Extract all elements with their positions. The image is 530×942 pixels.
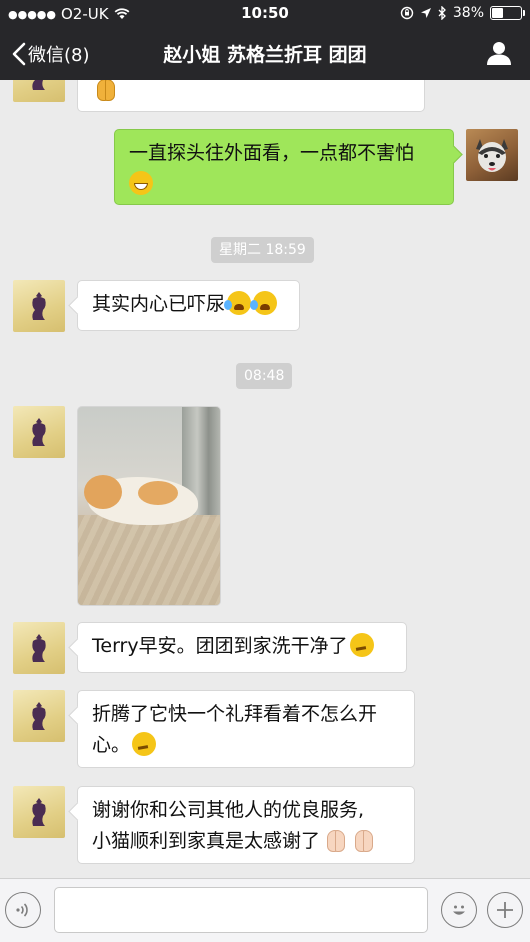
input-bar [0, 878, 530, 942]
emoji-button[interactable] [441, 892, 477, 928]
contact-avatar[interactable] [13, 80, 65, 102]
voice-icon [16, 903, 28, 917]
orientation-lock-icon [400, 6, 414, 20]
photo-message-cat[interactable] [77, 406, 221, 606]
ganesha-icon [32, 418, 46, 446]
message-text: 其实内心已吓尿 [92, 293, 226, 315]
timestamp: 星期二 18:59 [211, 237, 314, 263]
plus-icon [497, 902, 513, 918]
message-text-line1: 谢谢你和公司其他人的优良服务, [92, 799, 365, 821]
nav-bar: 微信(8) 赵小姐 苏格兰折耳 团团 [0, 28, 530, 80]
thinking-emoji-icon [132, 732, 157, 756]
message-bubble-outgoing[interactable]: 一直探头往外面看，一点都不害怕 [114, 129, 454, 205]
message-text: Terry早安。团团到家洗干净了 [92, 635, 348, 657]
message-text-line2: 小猫顺利到家真是太感谢了 [92, 830, 321, 852]
timestamp: 08:48 [236, 363, 293, 389]
message-bubble[interactable]: 其实内心已吓尿 [77, 280, 300, 331]
contact-avatar[interactable] [13, 786, 65, 838]
chevron-left-icon [12, 42, 26, 66]
pray-emoji-icon [350, 828, 376, 852]
message-bubble[interactable]: 折腾了它快一个礼拜看着不怎么开心。 [77, 690, 415, 768]
ganesha-icon [32, 634, 46, 662]
ganesha-icon [32, 292, 46, 320]
message-bubble[interactable] [77, 80, 425, 112]
ganesha-icon [32, 702, 46, 730]
status-bar: ●●●●● O2-UK 10:50 38% [0, 0, 530, 28]
location-arrow-icon [420, 8, 431, 18]
battery-icon [490, 6, 525, 20]
status-right: 38% [400, 5, 525, 21]
contact-avatar[interactable] [13, 622, 65, 674]
message-bubble[interactable]: 谢谢你和公司其他人的优良服务, 小猫顺利到家真是太感谢了 [77, 786, 415, 864]
chat-area[interactable]: 一直探头往外面看，一点都不害怕 星期二 18:59 其实内心已吓尿 08:48 … [0, 80, 530, 878]
bluetooth-icon [438, 6, 446, 20]
back-button[interactable]: 微信(8) [12, 41, 90, 67]
pray-emoji-icon [322, 828, 348, 852]
ganesha-icon [32, 80, 45, 90]
voice-button[interactable] [5, 892, 41, 928]
crying-laughing-emoji-icon [224, 291, 252, 315]
chat-info-button[interactable] [486, 40, 512, 70]
thinking-emoji-icon [349, 633, 374, 657]
message-bubble[interactable]: Terry早安。团团到家洗干净了 [77, 622, 407, 673]
photo-cat-patch [138, 481, 178, 505]
grin-emoji-icon [129, 171, 153, 195]
crying-laughing-emoji-icon [250, 291, 278, 315]
person-icon [487, 42, 511, 65]
ganesha-icon [32, 798, 46, 826]
contact-avatar[interactable] [13, 406, 65, 458]
battery-percent: 38% [452, 5, 484, 21]
contact-avatar[interactable] [13, 690, 65, 742]
contact-avatar[interactable] [13, 280, 65, 332]
message-text: 一直探头往外面看，一点都不害怕 [129, 142, 415, 164]
my-avatar[interactable] [466, 129, 518, 181]
battery-level [492, 8, 503, 18]
emoji-icon [453, 905, 465, 915]
photo-floor [78, 515, 220, 605]
back-label: 微信(8) [28, 45, 90, 66]
husky-avatar-icon [476, 139, 508, 172]
more-button[interactable] [487, 892, 523, 928]
message-input[interactable] [54, 887, 428, 933]
photo-cat-head [84, 475, 122, 509]
pray-emoji-icon [92, 80, 118, 101]
